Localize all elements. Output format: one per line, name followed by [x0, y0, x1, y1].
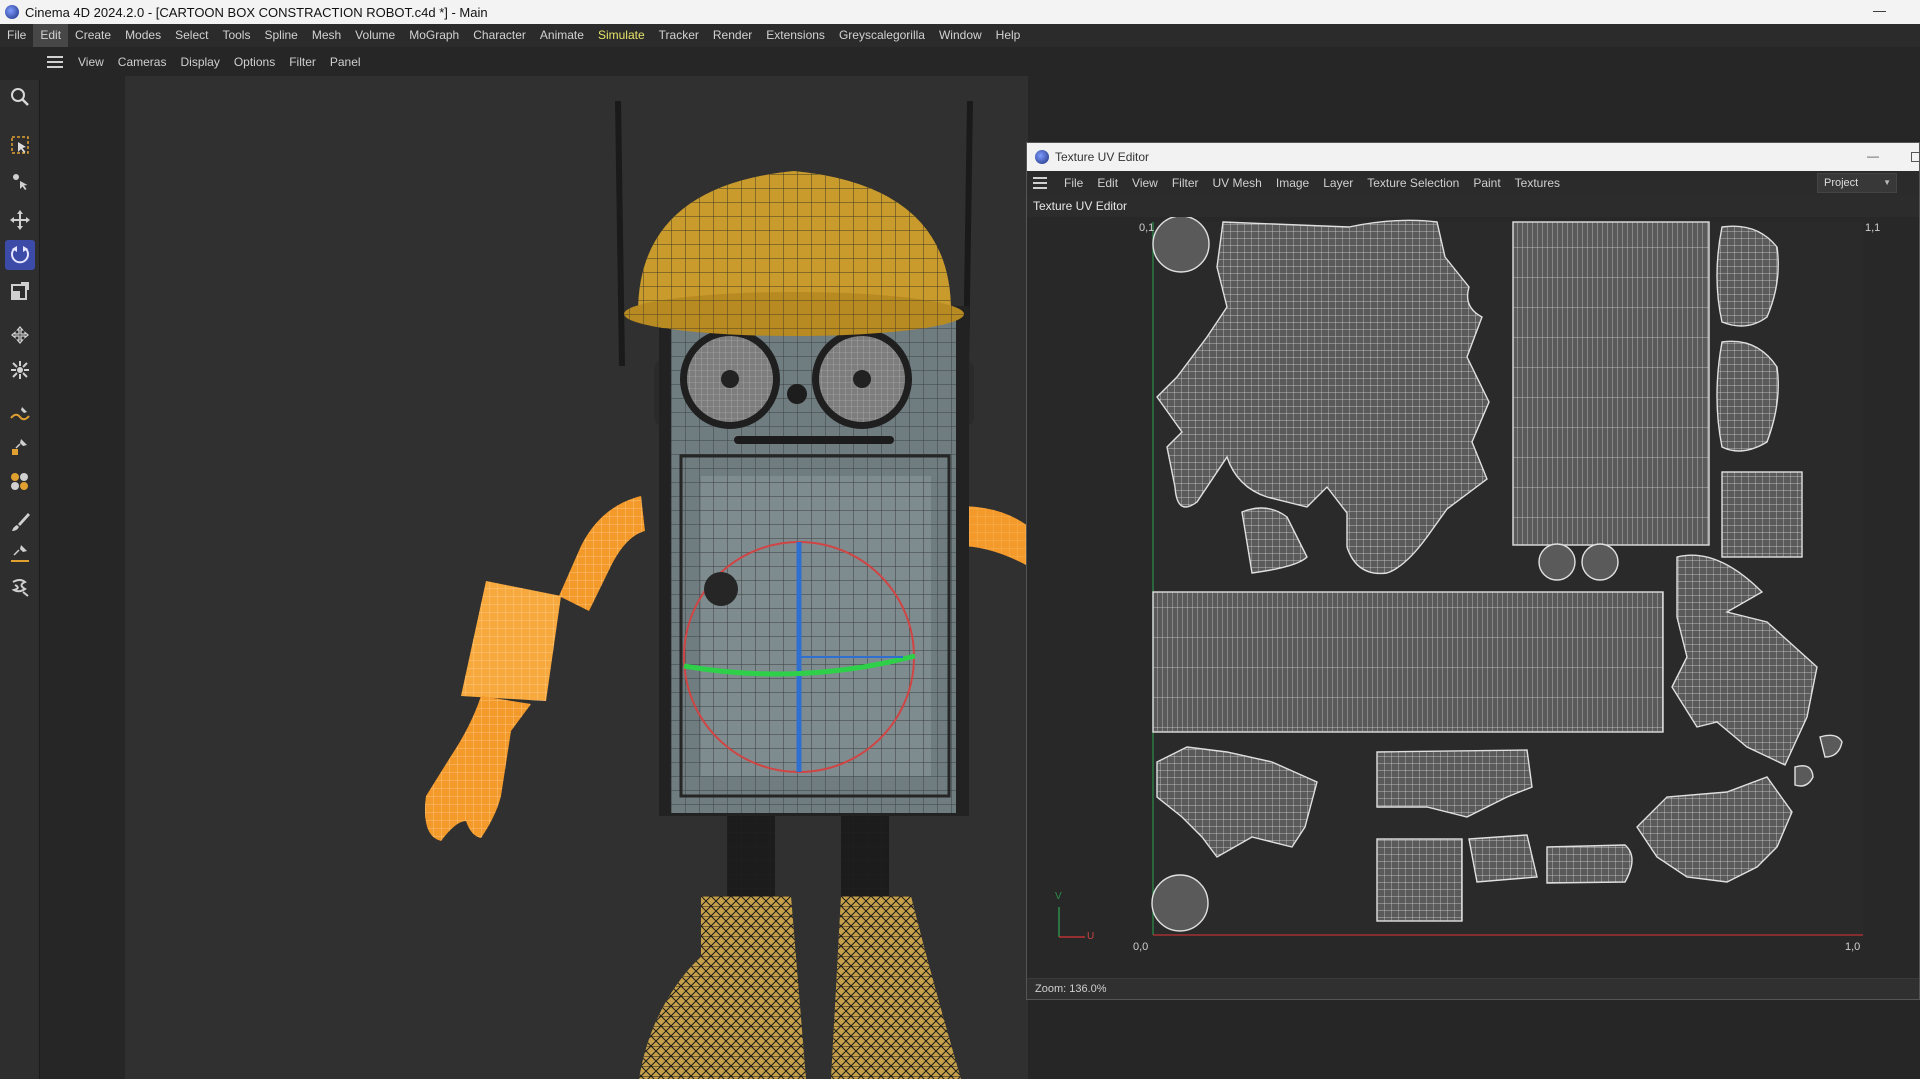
viewport-menu-view[interactable]: View: [71, 55, 111, 69]
uv-editor-window: Texture UV Editor — File Edit View Filte…: [1026, 142, 1920, 1000]
menu-volume[interactable]: Volume: [348, 24, 402, 47]
uv-menu-texture-selection[interactable]: Texture Selection: [1360, 176, 1466, 190]
menu-render[interactable]: Render: [706, 24, 759, 47]
menu-edit[interactable]: Edit: [33, 24, 69, 47]
robot-eye-left: [680, 329, 780, 429]
transform-icon[interactable]: [5, 166, 35, 196]
uv-label-1-0: 1,0: [1845, 941, 1861, 953]
viewport-menubar: View Cameras Display Options Filter Pane…: [41, 50, 368, 74]
uv-label-1-1: 1,1: [1865, 222, 1881, 234]
menu-mograph[interactable]: MoGraph: [402, 24, 466, 47]
menu-tracker[interactable]: Tracker: [652, 24, 706, 47]
menu-character[interactable]: Character: [466, 24, 533, 47]
menu-tools[interactable]: Tools: [215, 24, 257, 47]
multi-transform-icon[interactable]: [5, 355, 35, 385]
uv-label-0-0: 0,0: [1133, 941, 1149, 953]
rotate-icon[interactable]: [5, 240, 35, 270]
robot-nose: [787, 384, 807, 404]
knife-icon[interactable]: [5, 538, 35, 568]
arm-right: [959, 506, 1028, 566]
spline-sketch-icon[interactable]: [5, 432, 35, 462]
robot-eye-right: [812, 329, 912, 429]
cinema4d-logo-icon: [1035, 150, 1049, 164]
uv-menu-view[interactable]: View: [1125, 176, 1165, 190]
uv-menu-file[interactable]: File: [1057, 176, 1090, 190]
brush-icon[interactable]: [5, 507, 35, 537]
polygon-pen-icon[interactable]: [5, 466, 35, 496]
arm-left-selected: [425, 496, 645, 841]
v-axis-label: V: [1055, 891, 1062, 902]
menu-file[interactable]: File: [0, 24, 33, 47]
project-select[interactable]: Project ▼: [1817, 173, 1897, 193]
magnet-icon[interactable]: [5, 572, 35, 602]
viewport-menu-filter[interactable]: Filter: [282, 55, 323, 69]
menu-greyscalegorilla[interactable]: Greyscalegorilla: [832, 24, 932, 47]
viewport-menu-cameras[interactable]: Cameras: [111, 55, 174, 69]
uv-status-bar: Zoom: 136.0%: [1027, 978, 1919, 999]
window-title: Cinema 4D 2024.2.0 - [CARTOON BOX CONSTR…: [25, 4, 488, 20]
menu-mesh[interactable]: Mesh: [305, 24, 348, 47]
viewport-menu-panel[interactable]: Panel: [323, 55, 368, 69]
move-icon[interactable]: [5, 205, 35, 235]
search-icon[interactable]: [5, 82, 35, 112]
minimize-button[interactable]: —: [1873, 3, 1886, 18]
uv-editor-titlebar: Texture UV Editor —: [1027, 143, 1920, 171]
antenna-left: [615, 100, 625, 367]
uv-editor-menubar: File Edit View Filter UV Mesh Image Laye…: [1027, 171, 1919, 195]
cinema4d-logo-icon: [5, 5, 19, 19]
menu-window[interactable]: Window: [932, 24, 989, 47]
chevron-down-icon: ▼: [1883, 178, 1891, 187]
boot-left: [639, 896, 806, 1079]
uv-menu-paint[interactable]: Paint: [1466, 176, 1507, 190]
title-bar: Cinema 4D 2024.2.0 - [CARTOON BOX CONSTR…: [0, 0, 1920, 24]
uv-canvas[interactable]: 0,1 1,1 0,0 1,0 V U: [1027, 215, 1919, 979]
boot-right: [831, 896, 961, 1079]
viewport-menu-options[interactable]: Options: [227, 55, 282, 69]
viewport-menu-display[interactable]: Display: [173, 55, 226, 69]
live-selection-icon[interactable]: [5, 130, 35, 160]
uv-menu-uv-mesh[interactable]: UV Mesh: [1206, 176, 1269, 190]
menu-create[interactable]: Create: [68, 24, 118, 47]
3d-viewport[interactable]: [41, 76, 1028, 1079]
menu-animate[interactable]: Animate: [533, 24, 591, 47]
uv-menu-image[interactable]: Image: [1269, 176, 1316, 190]
scale-icon[interactable]: [5, 276, 35, 306]
uv-hamburger-icon[interactable]: [1033, 174, 1047, 192]
main-menubar: File Edit Create Modes Select Tools Spli…: [0, 24, 1920, 47]
uv-label-0-1: 0,1: [1139, 222, 1155, 234]
robot-helmet: [624, 171, 964, 336]
robot-scene: [425, 100, 1028, 1079]
uv-editor-panel-label: Texture UV Editor: [1033, 199, 1128, 213]
menu-modes[interactable]: Modes: [118, 24, 168, 47]
viewport-left-panel: [41, 76, 125, 1079]
viewport-hamburger-icon[interactable]: [47, 53, 63, 71]
uv-minimize-button[interactable]: —: [1867, 149, 1879, 163]
uv-axis-gizmo: [1058, 907, 1085, 938]
uv-menu-filter[interactable]: Filter: [1165, 176, 1206, 190]
menu-select[interactable]: Select: [168, 24, 215, 47]
uv-menu-layer[interactable]: Layer: [1316, 176, 1360, 190]
uv-menu-edit[interactable]: Edit: [1090, 176, 1125, 190]
menu-simulate[interactable]: Simulate: [591, 24, 652, 47]
left-toolbar: [0, 80, 40, 1079]
menu-spline[interactable]: Spline: [257, 24, 304, 47]
axis-move-icon[interactable]: [5, 320, 35, 350]
menu-extensions[interactable]: Extensions: [759, 24, 832, 47]
uv-editor-title: Texture UV Editor: [1055, 150, 1150, 164]
menu-help[interactable]: Help: [989, 24, 1028, 47]
spline-pen-icon[interactable]: [5, 400, 35, 430]
u-axis-label: U: [1087, 931, 1095, 942]
project-select-value: Project: [1824, 177, 1859, 189]
zoom-level: Zoom: 136.0%: [1035, 983, 1107, 995]
uv-menu-textures[interactable]: Textures: [1508, 176, 1567, 190]
uv-maximize-button[interactable]: [1911, 152, 1920, 162]
uv-layout: [1058, 215, 1863, 938]
